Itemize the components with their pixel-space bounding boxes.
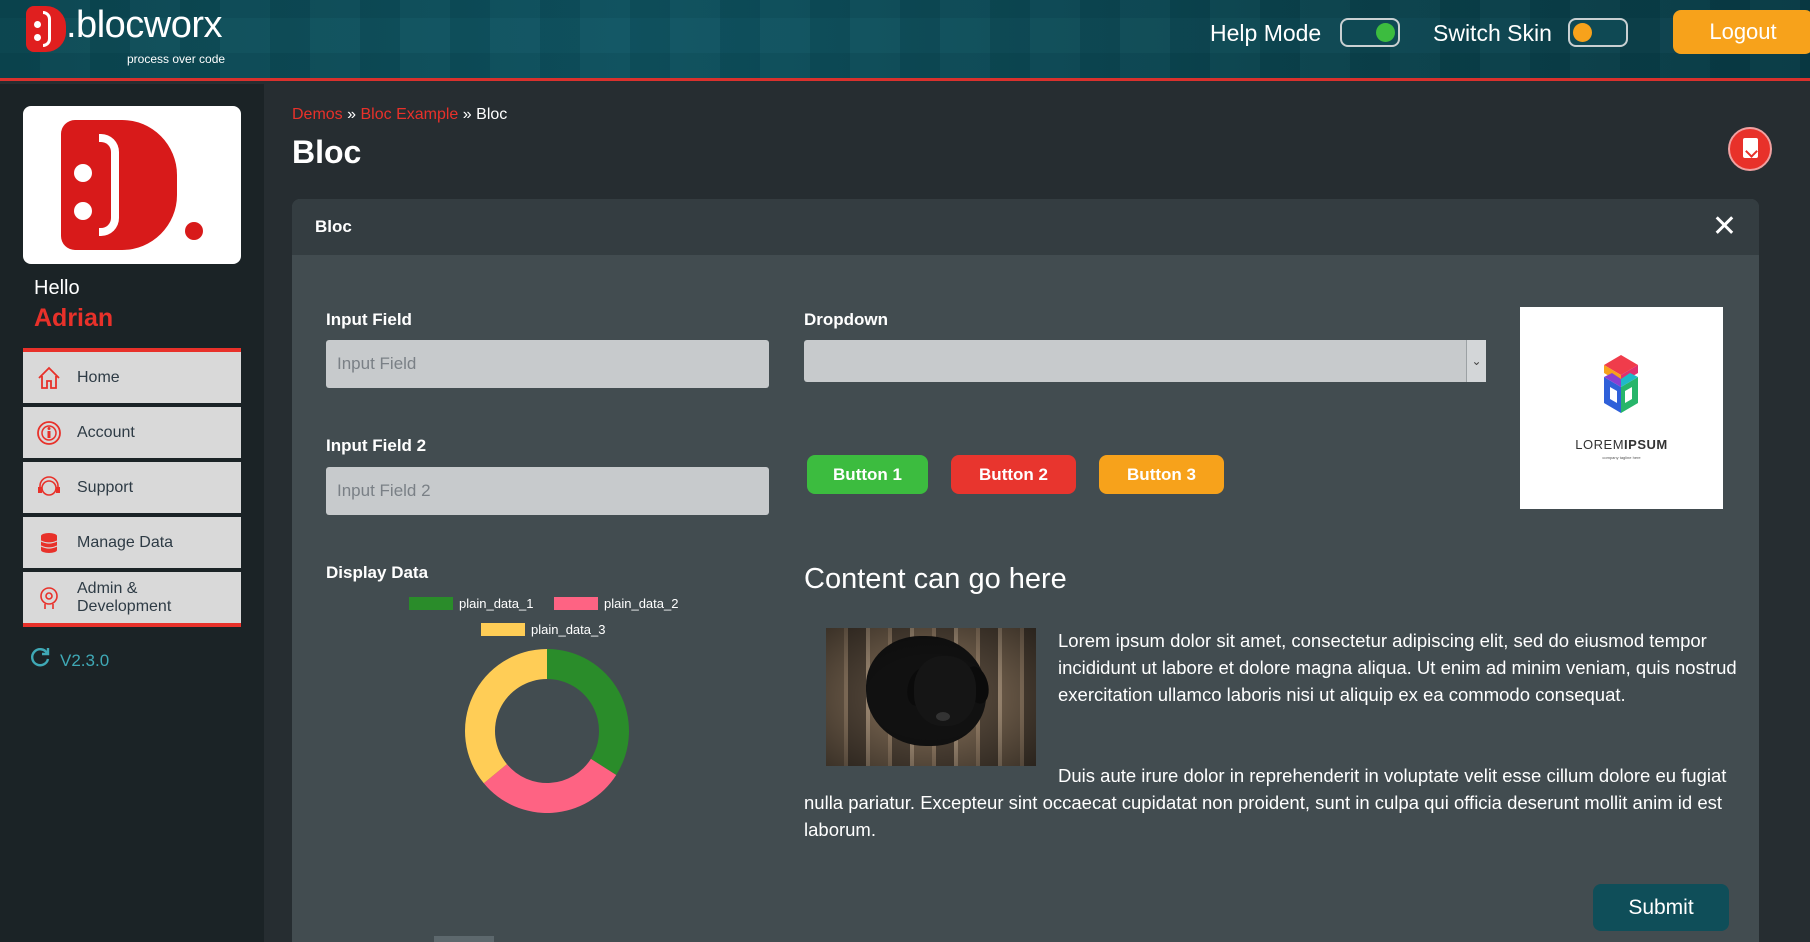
logo-word-1: LOREM: [1575, 437, 1625, 452]
content-paragraph-2: Duis aute irure dolor in reprehenderit i…: [804, 765, 1727, 840]
brand-tagline: process over code: [127, 52, 226, 66]
breadcrumb-current: Bloc: [476, 106, 508, 123]
legend-item[interactable]: plain_data_1: [409, 596, 533, 611]
bloc-panel: Bloc ✕ Input Field Dropdown ⌄ Input Fiel…: [292, 199, 1759, 942]
panel-title: Bloc: [315, 217, 352, 236]
button-3[interactable]: Button 3: [1099, 455, 1224, 494]
display-data-label: Display Data: [326, 563, 429, 582]
breadcrumb-link-bloc-example[interactable]: Bloc Example: [361, 106, 459, 123]
input-field-2-label: Input Field 2: [326, 436, 427, 455]
content-title: Content can go here: [804, 563, 1067, 595]
pdf-download-button[interactable]: [1728, 127, 1772, 171]
brand-name: .blocworx: [66, 4, 223, 46]
donut-chart: [465, 649, 629, 813]
submit-button[interactable]: Submit: [1593, 884, 1729, 931]
account-icon: [35, 419, 63, 447]
greeting: Hello: [34, 277, 80, 299]
donut-slice-plain_data_1[interactable]: [547, 649, 629, 775]
page-title: Bloc: [292, 134, 362, 170]
content-paragraph-1: Lorem ipsum dolor sit amet, consectetur …: [1058, 630, 1737, 705]
user-name: Adrian: [34, 304, 114, 332]
sidebar-item-support[interactable]: Support: [23, 462, 241, 513]
donut-slice-plain_data_3[interactable]: [465, 649, 547, 784]
sidebar-item-label: Admin & Development: [77, 579, 172, 615]
button-1[interactable]: Button 1: [807, 455, 928, 494]
breadcrumb-separator: »: [347, 106, 357, 123]
toggle-knob: [1573, 23, 1592, 42]
donut-slice-plain_data_2[interactable]: [483, 758, 617, 813]
dog-photo: [826, 628, 1036, 766]
legend-swatch: [481, 623, 525, 636]
database-icon: [35, 529, 63, 557]
logo-tagline: company tagline here: [1602, 455, 1641, 460]
horizontal-scrollbar[interactable]: [434, 936, 494, 942]
sidebar-item-account[interactable]: Account: [23, 407, 241, 458]
logo-wordmark: LOREMIPSUM: [1520, 437, 1723, 452]
input-field-2[interactable]: [326, 467, 769, 515]
sidebar-item-label: Account: [77, 423, 135, 441]
sidebar-item-manage-data[interactable]: Manage Data: [23, 517, 241, 568]
toggle-knob: [1376, 23, 1395, 42]
refresh-icon: [28, 645, 52, 676]
legend-item[interactable]: plain_data_3: [481, 622, 605, 637]
support-icon: [35, 474, 63, 502]
sidebar-item-label: Support: [77, 478, 134, 496]
dropdown-label: Dropdown: [804, 310, 889, 329]
panel-header: Bloc ✕: [292, 199, 1759, 255]
breadcrumb-link-demos[interactable]: Demos: [292, 106, 343, 123]
legend-item[interactable]: plain_data_2: [554, 596, 678, 611]
close-icon[interactable]: ✕: [1712, 211, 1737, 243]
sidebar-item-admin-development[interactable]: Admin & Development: [23, 572, 241, 623]
brand-logo[interactable]: .blocworx process over code: [26, 4, 266, 66]
sidebar-item-label: Home: [77, 368, 120, 386]
sidebar-menu: Home Account Support Manage Data Admin &…: [23, 348, 241, 627]
breadcrumb-separator: »: [462, 106, 472, 123]
sidebar-item-label: Manage Data: [77, 533, 174, 551]
hexagon-logo-icon: [1604, 355, 1638, 413]
top-header: .blocworx process over code Help Mode Sw…: [0, 0, 1810, 81]
breadcrumb: Demos » Bloc Example » Bloc: [292, 106, 507, 124]
dropdown-select[interactable]: ⌄: [804, 340, 1486, 382]
logo-word-2: IPSUM: [1624, 437, 1668, 452]
version-label: V2.3.0: [60, 650, 110, 670]
help-mode-toggle[interactable]: [1340, 18, 1400, 47]
avatar: [23, 106, 241, 264]
sidebar: Hello Adrian Home Account Support Manage…: [0, 84, 264, 942]
brand-mark-icon: [61, 120, 177, 250]
legend-label: plain_data_1: [459, 596, 534, 611]
sidebar-item-home[interactable]: Home: [23, 352, 241, 403]
legend-swatch: [554, 597, 598, 610]
logout-button[interactable]: Logout: [1673, 10, 1810, 54]
brand-mark-dot: [185, 222, 203, 240]
app-version: V2.3.0: [28, 645, 109, 676]
help-mode-label: Help Mode: [1210, 20, 1322, 46]
chevron-down-icon: ⌄: [1466, 340, 1486, 382]
admin-icon: [35, 584, 63, 612]
legend-label: plain_data_2: [604, 596, 679, 611]
brand-logo-icon: [26, 6, 66, 52]
legend-swatch: [409, 597, 453, 610]
switch-skin-toggle[interactable]: [1568, 18, 1628, 47]
input-field[interactable]: [326, 340, 769, 388]
legend-label: plain_data_3: [531, 622, 606, 637]
pdf-icon: [1743, 138, 1758, 158]
switch-skin-label: Switch Skin: [1433, 20, 1552, 46]
company-logo-image: LOREMIPSUM company tagline here: [1520, 307, 1723, 509]
home-icon: [35, 364, 63, 392]
button-2[interactable]: Button 2: [951, 455, 1076, 494]
input-field-label: Input Field: [326, 310, 412, 329]
